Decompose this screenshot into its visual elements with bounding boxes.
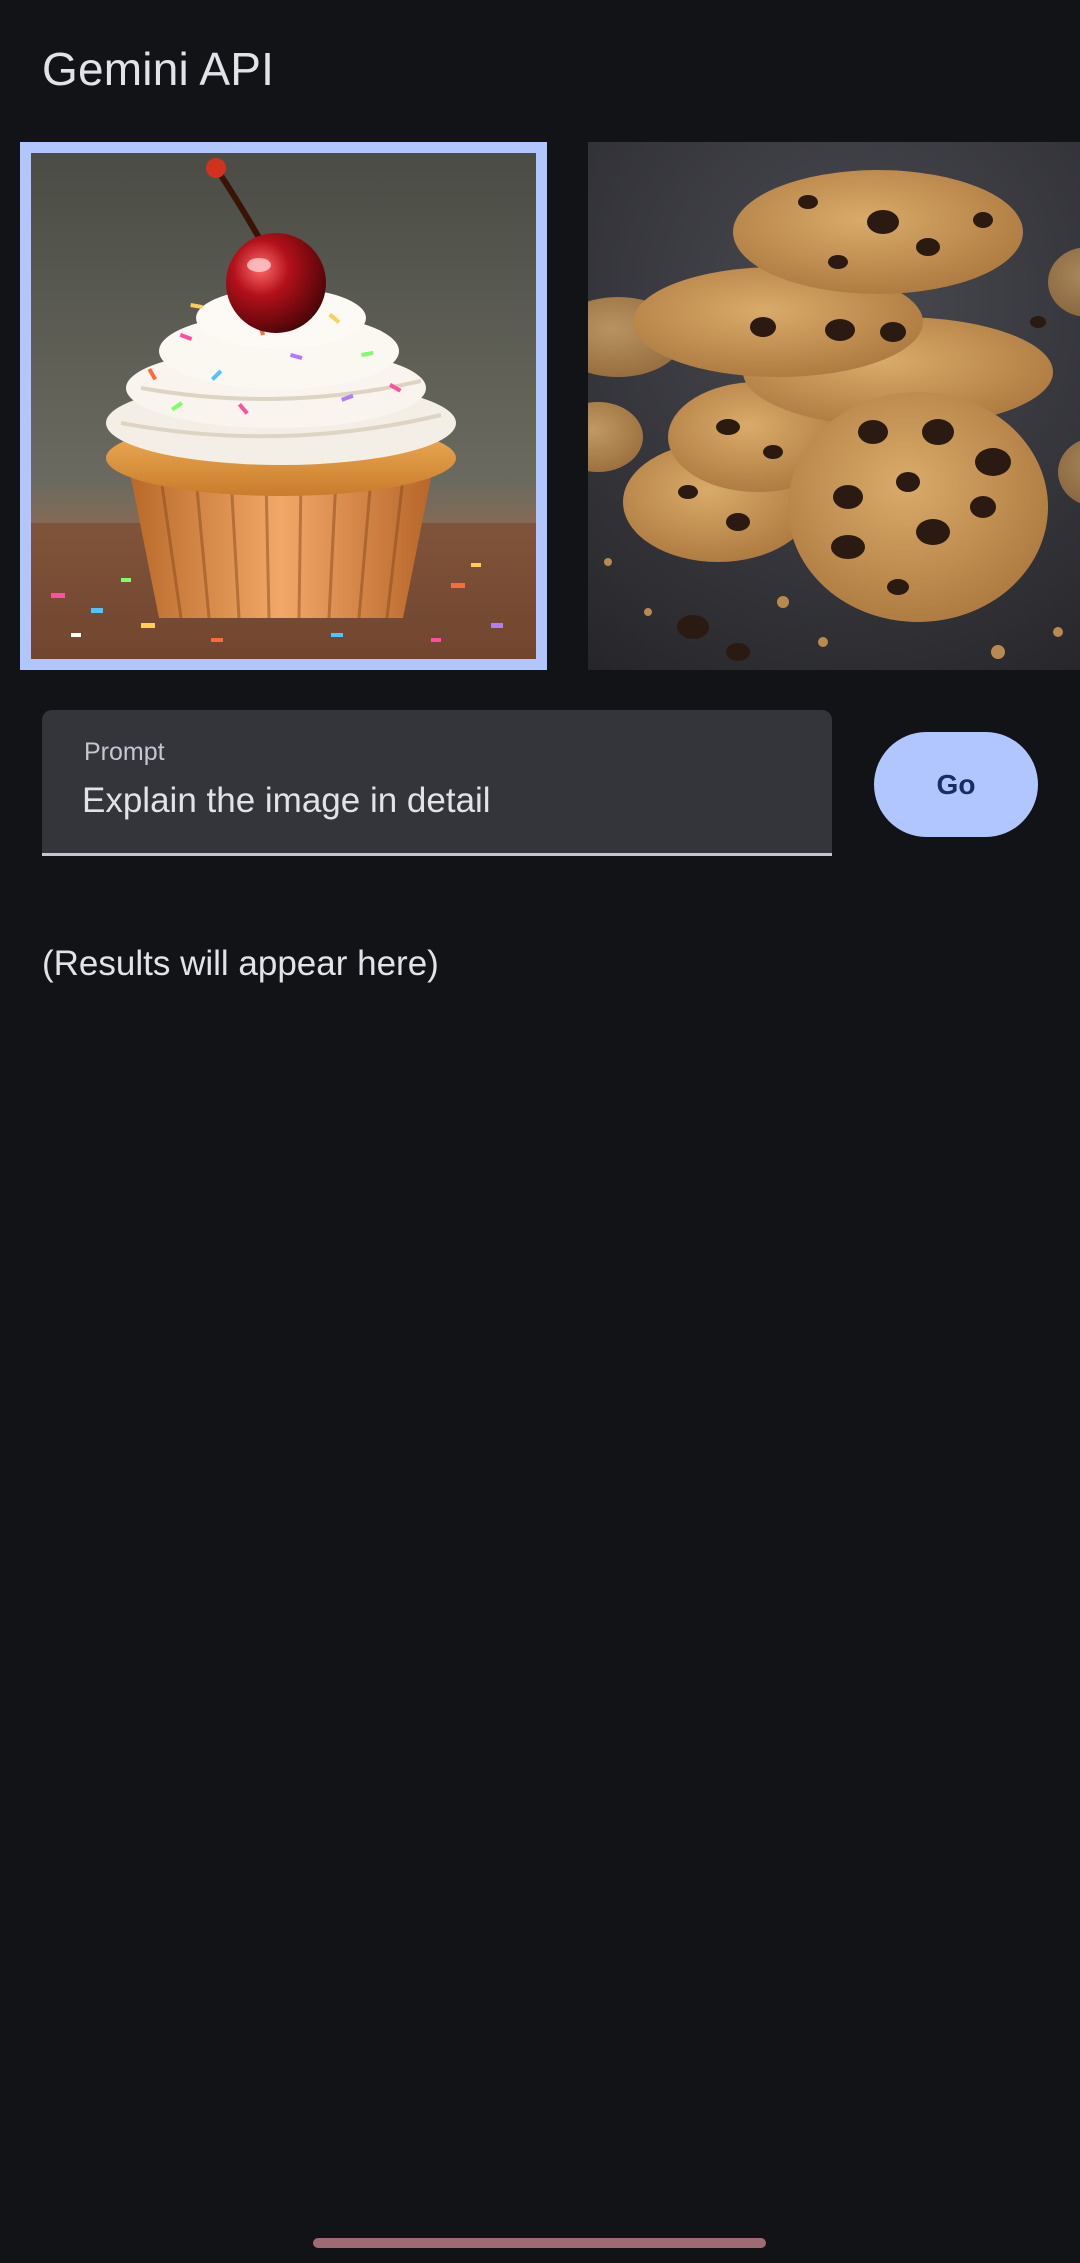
app-title: Gemini API (42, 43, 275, 95)
prompt-input[interactable] (82, 776, 782, 826)
results-text: (Results will appear here) (42, 944, 439, 983)
image-carousel[interactable] (0, 142, 1080, 670)
home-indicator[interactable] (313, 2238, 766, 2248)
cookies-image-thumbnail[interactable] (588, 142, 1080, 670)
prompt-label: Prompt (84, 738, 165, 766)
go-button[interactable]: Go (874, 732, 1038, 837)
app-screen: Gemini API Prompt Explain the image in d… (0, 0, 1080, 2263)
cookies-image (588, 142, 1080, 670)
cupcake-image-thumbnail[interactable] (20, 142, 547, 670)
prompt-text-field[interactable]: Prompt (42, 710, 832, 856)
cupcake-image (31, 153, 536, 659)
